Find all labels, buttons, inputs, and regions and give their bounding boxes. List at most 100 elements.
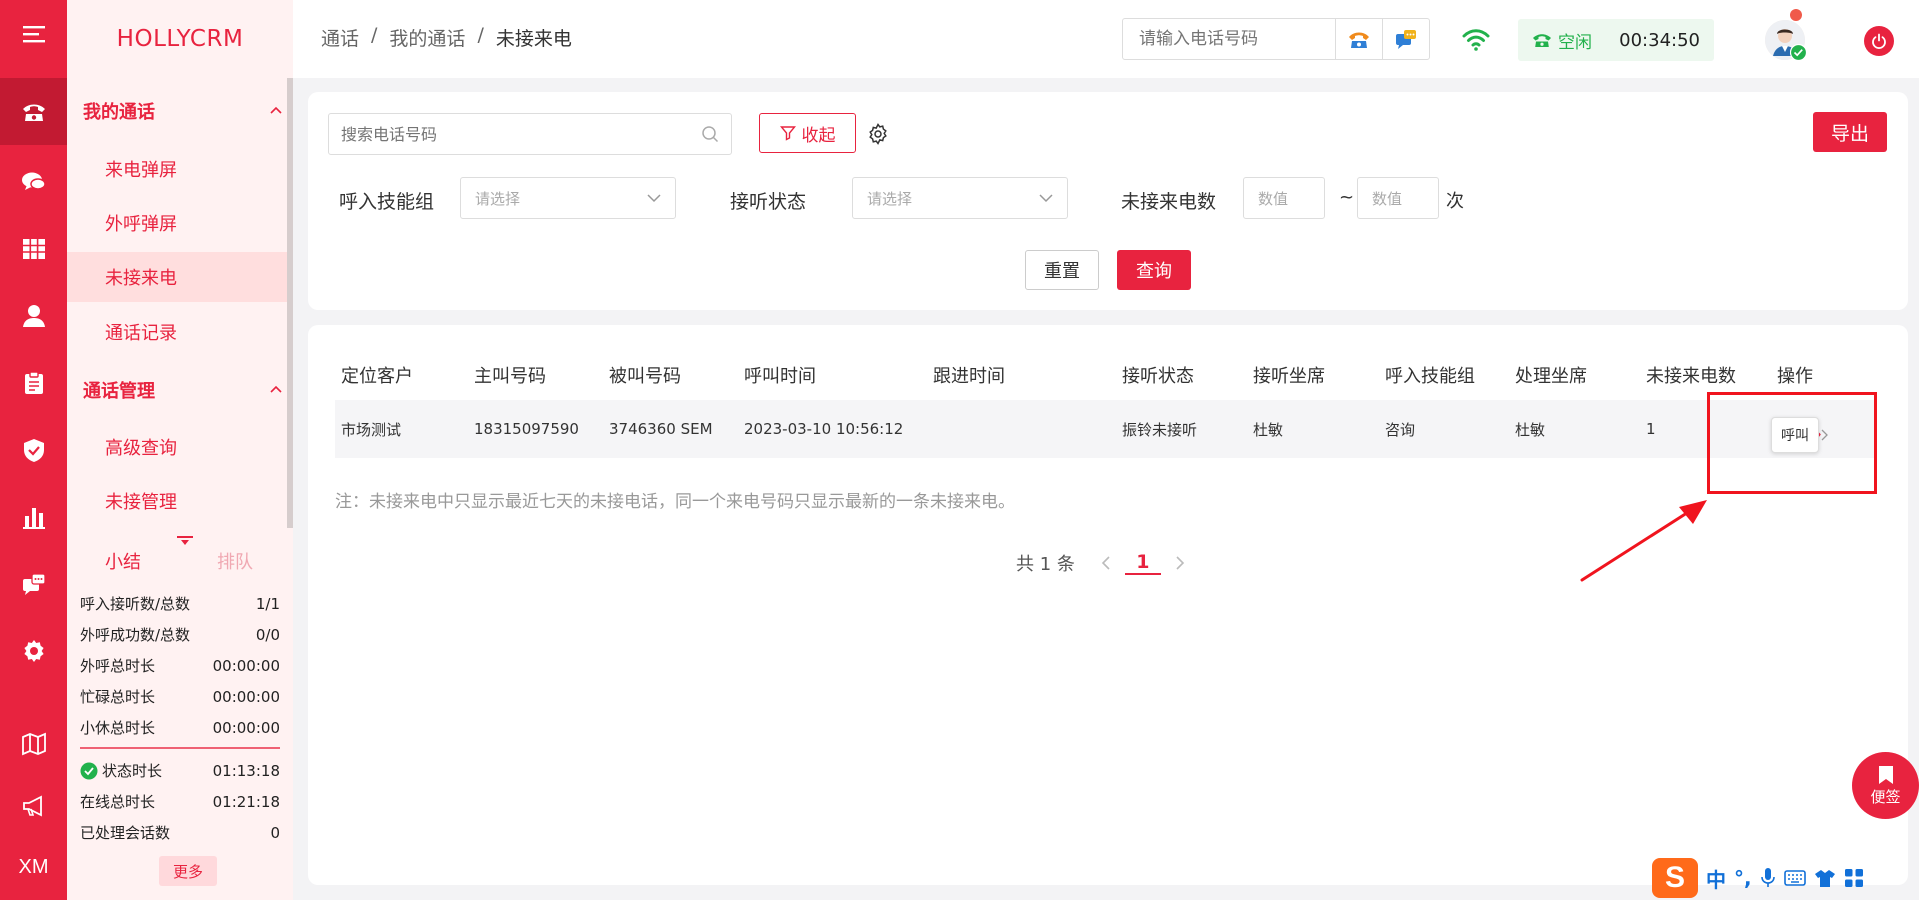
export-button[interactable]: 导出	[1813, 112, 1887, 152]
dial-box	[1122, 18, 1430, 60]
range-separator: ~	[1339, 187, 1355, 208]
top-header: 通话 / 我的通话 / 未接来电 空闲 00:34:50	[293, 0, 1919, 78]
cell-handle-agent: 杜敏	[1515, 420, 1546, 439]
chevron-up-icon	[270, 106, 282, 114]
table-header: 定位客户 主叫号码 被叫号码 呼叫时间 跟进时间 接听状态 接听坐席 呼入技能组…	[335, 350, 1875, 400]
prev-page-icon[interactable]	[1101, 556, 1111, 570]
tab-queue[interactable]: 排队	[217, 548, 253, 574]
ime-logo[interactable]: S	[1652, 858, 1698, 898]
next-page-icon[interactable]	[1175, 556, 1185, 570]
nav-item-missed-management[interactable]: 未接管理	[67, 476, 287, 526]
nav-group-my-calls[interactable]: 我的通话	[83, 91, 283, 131]
stat-row: 外呼总时长 00:00:00	[80, 656, 280, 676]
settings-icon[interactable]	[0, 617, 67, 684]
memo-button[interactable]: 便签	[1852, 752, 1919, 819]
more-button[interactable]: 更多	[159, 856, 217, 886]
status-timer: 00:34:50	[1619, 29, 1700, 51]
ime-language-toggle[interactable]: 中	[1706, 864, 1726, 893]
gear-icon[interactable]	[867, 123, 889, 145]
annotation-arrow-icon	[1580, 500, 1707, 582]
nav-item-incoming-popup[interactable]: 来电弹屏	[67, 144, 287, 194]
cell-customer[interactable]: 市场测试	[341, 400, 401, 458]
power-button[interactable]	[1864, 26, 1894, 56]
stat-row: 呼入接听数/总数 1/1	[80, 594, 280, 614]
filter-icon	[779, 126, 796, 141]
tab-summary[interactable]: 小结	[105, 548, 141, 574]
side-nav: HOLLYCRM 我的通话 来电弹屏 外呼弹屏 未接来电 通话记录 通话管理 高…	[67, 0, 293, 900]
cell-answer-status: 振铃未接听	[1122, 420, 1198, 439]
search-icon[interactable]	[701, 125, 719, 143]
caret-down-icon	[177, 536, 193, 545]
menu-toggle-icon[interactable]	[0, 0, 67, 67]
nav-item-advanced-query[interactable]: 高级查询	[67, 422, 287, 472]
sms-button[interactable]	[1382, 19, 1429, 59]
skin-shirt-icon[interactable]	[1814, 868, 1836, 888]
book-icon[interactable]	[0, 710, 67, 777]
stat-row: 忙碌总时长 00:00:00	[80, 687, 280, 707]
stats-divider	[80, 747, 280, 749]
cell-caller: 18315097590	[474, 420, 579, 438]
avatar[interactable]	[1765, 9, 1807, 61]
keyboard-icon[interactable]	[1783, 869, 1806, 887]
dial-input[interactable]	[1123, 19, 1335, 59]
summary-tabs: 小结 排队	[67, 532, 287, 588]
column-header: 接听状态	[1122, 366, 1194, 387]
cell-answer-agent: 杜敏	[1253, 420, 1284, 439]
page-number[interactable]: 1	[1124, 551, 1161, 575]
nav-group-call-management[interactable]: 通话管理	[83, 370, 283, 410]
pagination: 共 1 条 1	[1016, 547, 1185, 579]
chevron-down-icon	[1039, 194, 1053, 203]
status-phone-icon	[1533, 34, 1551, 47]
check-circle-icon	[80, 762, 98, 779]
table-row[interactable]: 市场测试 18315097590 3746360 SEM 2023-03-10 …	[335, 400, 1875, 458]
breadcrumb-item[interactable]: 通话	[321, 24, 359, 51]
nav-scrollbar[interactable]	[287, 78, 293, 528]
summary-stats: 呼入接听数/总数 1/1 外呼成功数/总数 0/0 外呼总时长 00:00:00 忙碌…	[80, 588, 280, 848]
user-initials[interactable]: XM	[0, 834, 67, 900]
ime-punctuation-toggle[interactable]: °,	[1734, 866, 1752, 890]
grid-icon[interactable]	[0, 215, 67, 282]
breadcrumb-item[interactable]: 我的通话	[389, 24, 465, 51]
nav-item-outgoing-popup[interactable]: 外呼弹屏	[67, 198, 287, 248]
annotation-highlight-box	[1707, 392, 1877, 494]
microphone-icon[interactable]	[1760, 867, 1776, 889]
nav-item-missed-calls[interactable]: 未接来电	[67, 252, 287, 302]
cell-call-time: 2023-03-10 10:56:12	[744, 420, 904, 438]
sms-icon	[1396, 30, 1416, 49]
toolbox-grid-icon[interactable]	[1844, 868, 1864, 888]
collapse-button[interactable]: 收起	[759, 113, 856, 153]
nav-item-call-records[interactable]: 通话记录	[67, 307, 287, 357]
cell-missed-count: 1	[1646, 420, 1656, 438]
column-header: 接听坐席	[1253, 366, 1325, 387]
bar-chart-icon[interactable]	[0, 483, 67, 550]
dial-phone-icon	[1349, 32, 1369, 48]
skill-group-select[interactable]: 请选择	[460, 177, 676, 219]
brand-logo: HOLLYCRM	[116, 26, 244, 52]
missed-count-max[interactable]: 数值	[1357, 177, 1439, 219]
phone-icon[interactable]	[0, 78, 67, 145]
answer-status-select[interactable]: 请选择	[852, 177, 1068, 219]
bookmark-icon	[1878, 766, 1893, 784]
skill-group-label: 呼入技能组	[339, 191, 435, 213]
message-icon[interactable]	[0, 550, 67, 617]
user-icon[interactable]	[0, 282, 67, 349]
query-button[interactable]: 查询	[1117, 250, 1191, 290]
reset-button[interactable]: 重置	[1025, 250, 1099, 290]
search-input[interactable]	[329, 114, 689, 154]
icon-rail: XM	[0, 0, 67, 900]
shield-icon[interactable]	[0, 416, 67, 483]
column-header: 定位客户	[341, 366, 413, 387]
stat-row: 小休总时长 00:00:00	[80, 718, 280, 738]
megaphone-icon[interactable]	[0, 772, 67, 839]
ime-toolbar: S 中 °,	[1652, 856, 1919, 900]
clipboard-icon[interactable]	[0, 349, 67, 416]
breadcrumb-current: 未接来电	[495, 28, 572, 50]
search-box	[328, 113, 732, 155]
pagination-total: 共 1 条	[1016, 554, 1075, 575]
agent-status[interactable]: 空闲 00:34:50	[1518, 19, 1714, 61]
column-header: 主叫号码	[474, 366, 546, 387]
dial-button[interactable]	[1335, 19, 1382, 59]
missed-count-min[interactable]: 数值	[1243, 177, 1325, 219]
chat-icon[interactable]	[0, 148, 67, 215]
column-header: 被叫号码	[609, 366, 681, 387]
